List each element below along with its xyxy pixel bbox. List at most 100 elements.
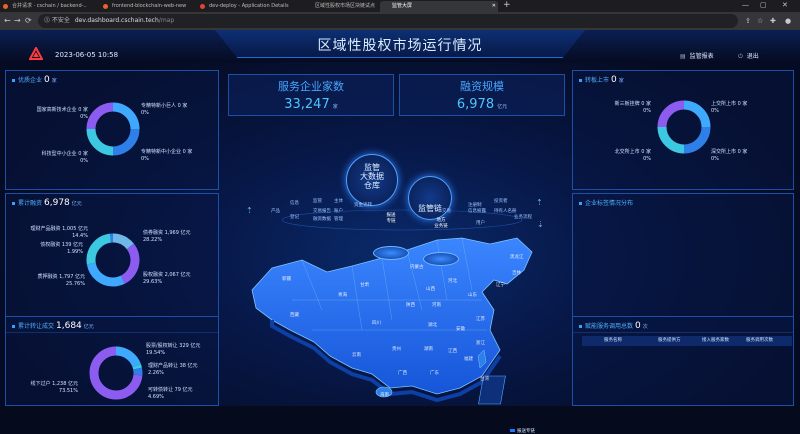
flow-label: 交易 [442,209,451,214]
financing-scale-value: 6,978 亿元 [456,97,508,112]
maximize-button[interactable]: ▢ [760,0,767,11]
reload-button[interactable]: ⟳ [25,14,32,28]
province-label: 吉林 [512,271,521,276]
power-icon: ⏻ [738,53,743,60]
financing-scale-title: 融资规模 [460,80,504,93]
url-host: dev.dashboard.cschain.tech [74,17,159,24]
province-label: 内蒙古 [410,265,424,270]
flow-label: 资金流转 [354,203,372,208]
province-label: 四川 [372,321,381,326]
gitlab-icon [3,4,8,9]
board-listing-panel: 转板上市 0 家 新三板挂牌 0 家 0% 上交所上市 0 家 0% 北交所上市 0 家… [572,70,794,190]
province-label: 山东 [468,293,477,298]
not-secure-label: ⓵ 不安全 [44,17,70,24]
share-icon[interactable]: ⇪ [745,14,751,28]
province-label: 湖北 [428,323,437,328]
flow-label: 监管 [313,199,322,204]
financing-item-label: 质押融资 1,797 亿元 25.76% [37,274,86,287]
column-header: 服务调用次数 [746,338,773,343]
province-label: 青海 [338,293,347,298]
flow-label: 登记 [290,215,299,220]
flow-label: 信息披露 [468,209,486,214]
logout-button[interactable]: ⏻ 退出 [738,51,759,61]
board-item-label: 北交所上市 0 家 0% [614,149,651,162]
enterprise-tags-panel: 企业标签情况分布 [572,193,794,333]
local-chain-label: 地方 业务链 [434,218,448,229]
province-label: 新疆 [282,277,291,282]
transfer-item-label: 股票/股权转让 329 亿元 19.54% [146,343,201,356]
dashboard: 区域性股权市场运行情况 2023-06-05 10:58 ▤ 监管报表 ⏻ 退出 优… [0,30,800,434]
province-label: 海南 [380,393,389,398]
close-tab-icon[interactable]: ✕ [492,1,496,12]
transfer-item-label: 线下过户 1,238 亿元 73.51% [30,381,79,394]
arrow-up-right-icon: ⇡ [536,198,543,207]
province-label: 贵州 [392,347,401,352]
back-button[interactable]: ← [4,14,11,28]
quality-item-label: 科技型中小企业 0 家 0% [41,151,88,164]
province-label: 河北 [448,279,457,284]
service-table-header: 服务名称 服务提供方 接入服务家数 服务调用次数 [582,336,792,346]
province-label: 广东 [430,371,439,376]
panel-header: 累计融资 6,978 亿元 [12,198,82,208]
tab-pilot[interactable]: 区域性股权市场区块链试点 [303,1,379,12]
column-header: 服务名称 [604,338,622,343]
arrow-up-left-icon: ⇡ [246,206,253,215]
province-label: 湖南 [424,347,433,352]
quality-item-label: 专精特新中小企业 0 家 0% [141,149,193,162]
flow-label: 业务流程 [514,215,532,220]
province-label: 山西 [426,287,435,292]
tab-frontend[interactable]: frontend-blockchain-web-new [100,1,195,12]
province-label: 河南 [432,303,441,308]
enterprise-count-title: 服务企业家数 [278,80,344,93]
flow-label: 用户 [476,221,485,226]
new-tab-button[interactable]: + [503,0,511,11]
extensions-icon[interactable]: ✚ [770,14,776,28]
province-label: 浙江 [476,341,485,346]
enterprise-count-value: 33,247 家 [284,97,338,112]
quality-enterprise-panel: 优质企业 0 家 国家高新技术企业 0 家 0% 专精特新小巨人 0 家 0% 科技型中… [5,70,219,190]
reporting-chain-label: 报送 专链 [386,213,396,224]
reporting-chain-platform [373,246,409,260]
panel-header: 累计转让成交 1,684 亿元 [12,321,94,331]
column-header: 服务提供方 [658,338,681,343]
logo-icon [29,47,43,60]
province-label: 江西 [448,349,457,354]
province-label: 西藏 [290,313,299,318]
datetime: 2023-06-05 10:58 [55,51,119,59]
transfer-donut [89,346,143,400]
board-item-label: 新三板挂牌 0 家 0% [614,101,651,114]
province-label: 辽宁 [496,283,505,288]
panel-header: 赋能服务调用总数 0 次 [579,321,648,331]
financing-panel: 累计融资 6,978 亿元 理财产品融资 1,005 亿元 14.4% 债权融资 13… [5,193,219,333]
url-field[interactable]: ⓵ 不安全 dev.dashboard.cschain.tech/map [38,14,738,28]
tab-dev-deploy[interactable]: dev-deploy - Application Details [197,1,301,12]
flow-label: 产品 [271,209,280,214]
board-donut [657,100,711,154]
panel-header: 企业标签情况分布 [579,198,633,207]
province-label: 江苏 [476,317,485,322]
financing-item-label: 债券融资 1,969 亿元 28.22% [143,230,191,243]
profile-icon[interactable]: ● [785,14,791,28]
local-chain-platform [423,252,459,266]
province-label: 台湾 [480,377,489,382]
legend-swatch [510,429,515,432]
flow-label: 交易报告 [313,209,331,214]
board-item-label: 上交所上市 0 家 0% [711,101,748,114]
quality-item-label: 国家高新技术企业 0 家 0% [36,107,88,120]
province-label: 安徽 [456,327,465,332]
report-button[interactable]: ▤ 监管报表 [680,51,714,60]
tab-merge-request[interactable]: 合并请求 · cschain / backend-.. [0,1,100,12]
financing-item-label: 理财产品融资 1,005 亿元 14.4% [30,226,89,239]
browser-chrome: 合并请求 · cschain / backend-.. frontend-blo… [0,0,800,30]
financing-donut [86,233,140,287]
province-label: 云南 [352,353,361,358]
bookmark-star-icon[interactable]: ☆ [757,14,763,28]
minimize-button[interactable]: — [742,0,749,11]
forward-button[interactable]: → [14,14,21,28]
column-header: 接入服务家数 [702,338,729,343]
argo-icon [200,4,205,9]
flow-label: 主体 [334,199,343,204]
tab-dashboard[interactable]: 监管大屏 ✕ [380,1,498,12]
close-window-button[interactable]: ✕ [782,0,788,11]
panel-header: 转板上市 0 家 [579,75,624,85]
